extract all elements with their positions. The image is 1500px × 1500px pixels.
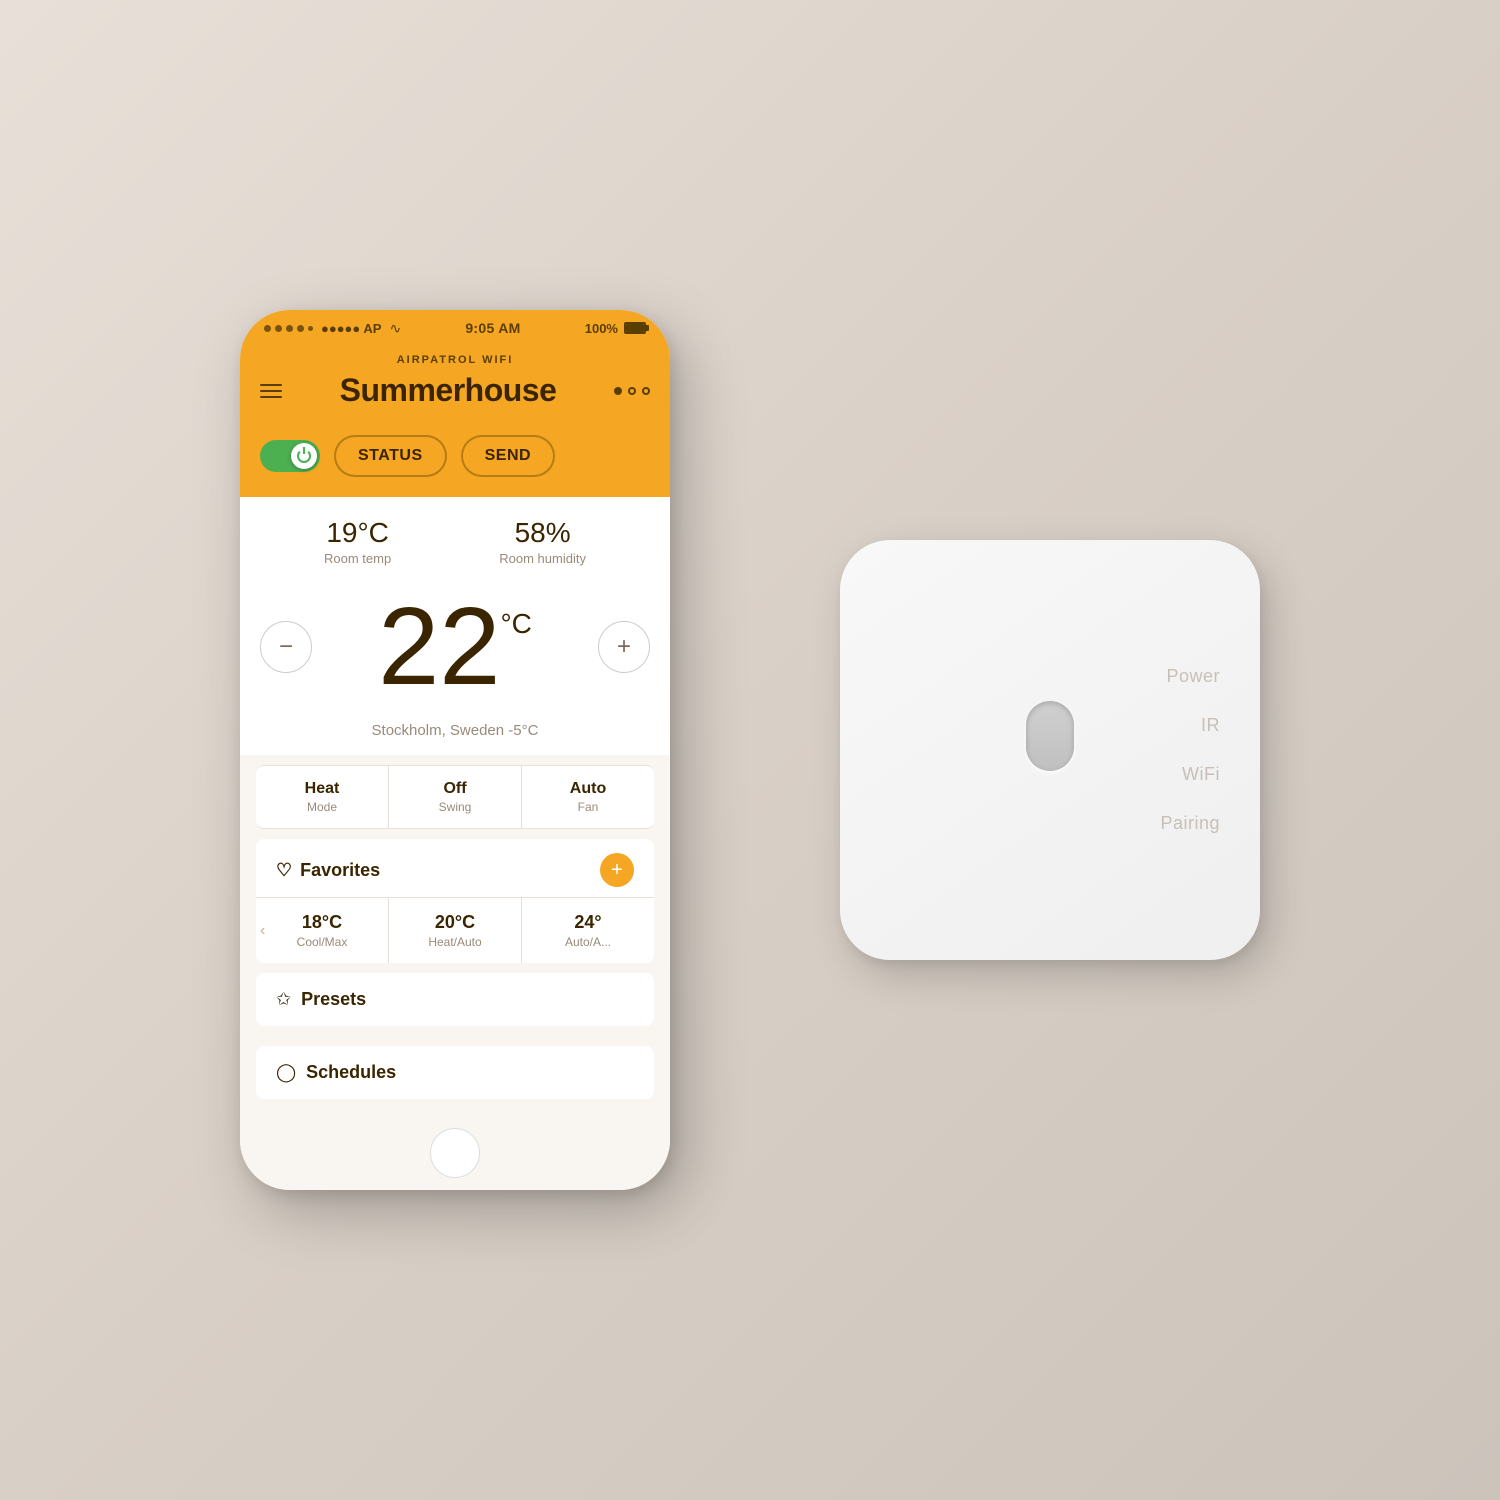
hardware-notch xyxy=(1026,701,1074,771)
status-button[interactable]: STATUS xyxy=(334,435,447,477)
scene: Power IR WiFi Pairing ●●●●● AP ∿ 9:05 AM… xyxy=(200,200,1300,1300)
signal-dot-2 xyxy=(275,325,282,332)
send-button[interactable]: SEND xyxy=(461,435,555,477)
fav-mode-0: Cool/Max xyxy=(264,935,380,949)
schedules-section[interactable]: ◯ Schedules xyxy=(256,1046,654,1099)
mode-heat-main: Heat xyxy=(264,780,380,798)
app-subtitle: AIRPATROL WIFI xyxy=(260,354,650,366)
mode-heat-sub: Mode xyxy=(264,800,380,814)
hardware-label-ir: IR xyxy=(1201,715,1220,736)
room-temp-reading: 19°C Room temp xyxy=(324,517,391,566)
app-header: AIRPATROL WIFI Summerhouse xyxy=(240,346,670,425)
mode-swing-sub: Swing xyxy=(397,800,513,814)
location-text: Stockholm, Sweden -5°C xyxy=(240,722,670,755)
app-title: Summerhouse xyxy=(340,372,557,409)
phone-home-area xyxy=(240,1116,670,1190)
heart-icon: ♡ xyxy=(276,860,292,881)
fav-arrow-left: ‹ xyxy=(260,922,265,940)
hamburger-line-2 xyxy=(260,390,282,392)
time-display: 9:05 AM xyxy=(465,320,520,336)
mode-swing-main: Off xyxy=(397,780,513,798)
hamburger-line-3 xyxy=(260,396,282,398)
fav-temp-0: 18°C xyxy=(264,912,380,933)
mode-btn-fan[interactable]: Auto Fan xyxy=(522,766,654,828)
status-bar: ●●●●● AP ∿ 9:05 AM 100% xyxy=(240,310,670,346)
hardware-label-wifi: WiFi xyxy=(1182,764,1220,785)
hardware-label-pairing: Pairing xyxy=(1160,813,1220,834)
favorites-add-button[interactable]: + xyxy=(600,853,634,887)
battery-fill xyxy=(626,324,644,332)
hardware-device: Power IR WiFi Pairing xyxy=(840,540,1260,960)
setpoint-value: 22 xyxy=(378,592,500,702)
favorites-title-text: Favorites xyxy=(300,860,380,881)
fav-mode-2: Auto/A... xyxy=(530,935,646,949)
nav-dot-3[interactable] xyxy=(642,387,650,395)
dots-navigation xyxy=(614,387,650,395)
setpoint-unit: °C xyxy=(500,608,531,640)
battery-percent: 100% xyxy=(585,321,618,336)
room-readings: 19°C Room temp 58% Room humidity xyxy=(240,497,670,576)
hamburger-button[interactable] xyxy=(260,384,282,398)
app-title-row: Summerhouse xyxy=(260,372,650,409)
signal-dot-1 xyxy=(264,325,271,332)
fav-item-2[interactable]: 24° Auto/A... xyxy=(522,898,654,963)
signal-dot-5 xyxy=(308,326,313,331)
star-icon: ✩ xyxy=(276,989,291,1010)
status-bar-right: 100% xyxy=(585,321,646,336)
controls-row: STATUS SEND xyxy=(240,425,670,497)
room-humidity-reading: 58% Room humidity xyxy=(499,517,586,566)
phone: ●●●●● AP ∿ 9:05 AM 100% AIRPATROL WIFI S xyxy=(240,310,670,1190)
hamburger-line-1 xyxy=(260,384,282,386)
room-humidity-label: Room humidity xyxy=(499,551,586,566)
clock-icon: ◯ xyxy=(276,1062,296,1083)
fav-item-1[interactable]: 20°C Heat/Auto xyxy=(389,898,522,963)
fav-mode-1: Heat/Auto xyxy=(397,935,513,949)
home-button[interactable] xyxy=(430,1128,480,1178)
nav-dot-1[interactable] xyxy=(614,387,622,395)
power-toggle[interactable] xyxy=(260,440,320,472)
increment-button[interactable]: + xyxy=(598,621,650,673)
status-bar-left: ●●●●● AP ∿ xyxy=(264,320,401,337)
app-content: 19°C Room temp 58% Room humidity − 22 °C… xyxy=(240,497,670,1116)
mode-fan-sub: Fan xyxy=(530,800,646,814)
hardware-label-power: Power xyxy=(1166,666,1220,687)
fav-temp-2: 24° xyxy=(530,912,646,933)
power-icon xyxy=(297,449,311,463)
presets-section[interactable]: ✩ Presets xyxy=(256,973,654,1026)
mode-buttons: Heat Mode Off Swing Auto Fan xyxy=(256,765,654,829)
schedules-title: Schedules xyxy=(306,1062,396,1083)
carrier-text: ●●●●● AP xyxy=(321,321,381,336)
fav-temp-1: 20°C xyxy=(397,912,513,933)
wifi-icon: ∿ xyxy=(389,320,401,337)
battery-icon xyxy=(624,322,646,334)
favorites-title: ♡ Favorites xyxy=(276,860,380,881)
favorites-header: ♡ Favorites + xyxy=(256,839,654,897)
favorites-row: ‹ 18°C Cool/Max 20°C Heat/Auto 24° Auto/… xyxy=(256,897,654,963)
room-temp-label: Room temp xyxy=(324,551,391,566)
room-temp-value: 19°C xyxy=(324,517,391,549)
main-temp-display: 22 °C xyxy=(378,592,532,702)
room-humidity-value: 58% xyxy=(499,517,586,549)
mode-btn-heat[interactable]: Heat Mode xyxy=(256,766,389,828)
fav-item-0[interactable]: ‹ 18°C Cool/Max xyxy=(256,898,389,963)
signal-dot-4 xyxy=(297,325,304,332)
mode-fan-main: Auto xyxy=(530,780,646,798)
nav-dot-2[interactable] xyxy=(628,387,636,395)
toggle-knob xyxy=(291,443,317,469)
mode-btn-swing[interactable]: Off Swing xyxy=(389,766,522,828)
presets-title: Presets xyxy=(301,989,366,1010)
decrement-button[interactable]: − xyxy=(260,621,312,673)
temp-control: − 22 °C + xyxy=(240,576,670,722)
signal-dot-3 xyxy=(286,325,293,332)
